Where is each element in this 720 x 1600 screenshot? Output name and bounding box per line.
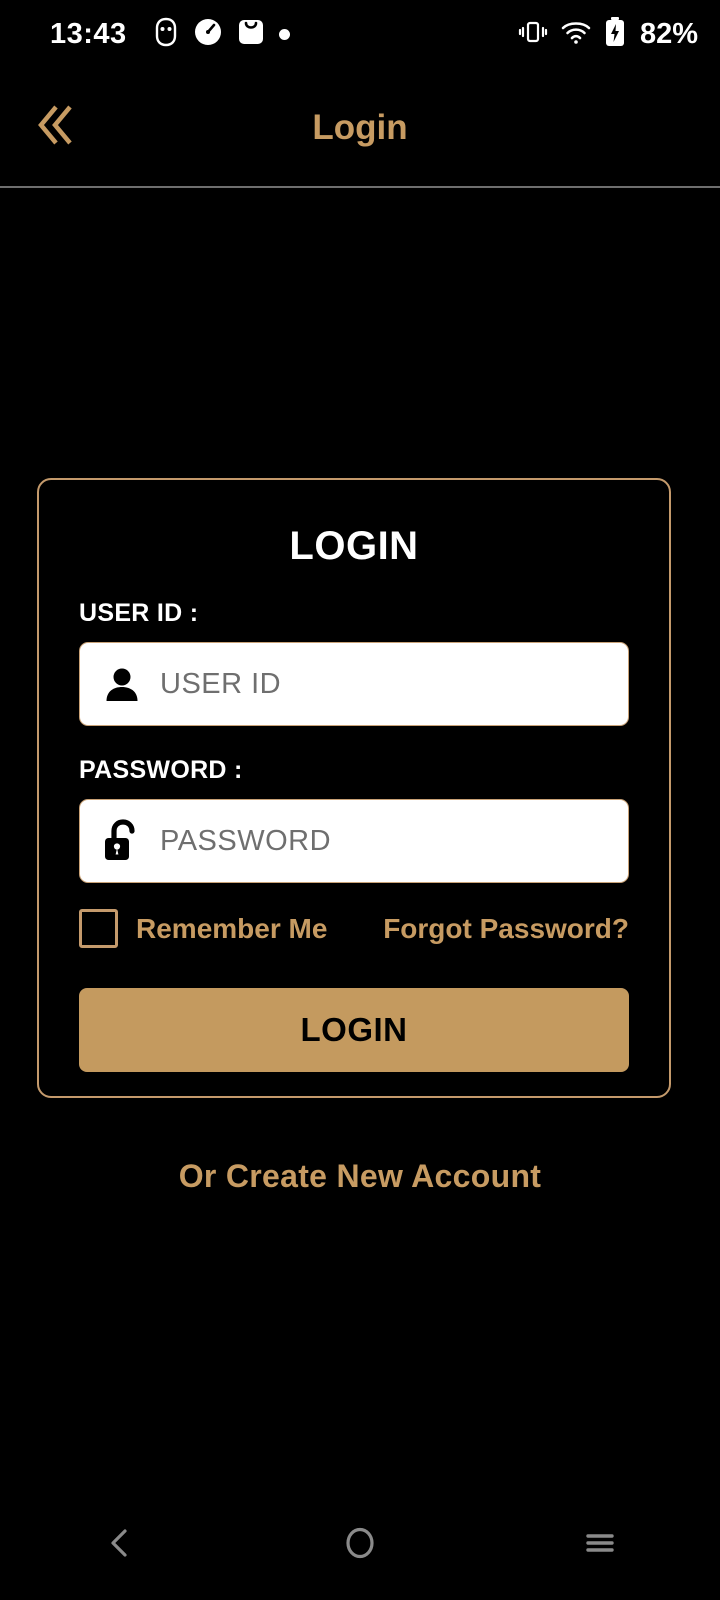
hamburger-recents-icon: [580, 1523, 620, 1568]
page-title: Login: [312, 107, 408, 147]
shopping-bag-icon: [237, 17, 265, 52]
login-card-title: LOGIN: [289, 524, 419, 568]
back-button[interactable]: [26, 96, 90, 160]
login-options-row: Remember Me Forgot Password?: [79, 909, 629, 948]
chevron-left-icon: [100, 1523, 140, 1568]
user-id-placeholder: USER ID: [160, 667, 282, 700]
system-navigation-bar: [0, 1490, 720, 1600]
wifi-icon: [560, 18, 592, 51]
header-divider: [0, 186, 720, 188]
status-bar-notification-icons: [153, 17, 290, 52]
battery-percent-label: 82%: [639, 17, 698, 50]
password-label: PASSWORD :: [79, 756, 243, 784]
login-card: LOGIN USER ID : USER ID PASSWORD : PASSW…: [37, 478, 671, 1098]
user-id-input[interactable]: USER ID: [79, 642, 629, 726]
app-notification-icon: [153, 17, 179, 52]
remember-me-label: Remember Me: [136, 912, 328, 944]
vibrate-icon: [518, 17, 548, 52]
person-icon: [102, 664, 142, 704]
nav-home-button[interactable]: [300, 1500, 420, 1590]
unlock-padlock-icon: [102, 819, 142, 863]
status-bar-system-icons: 82%: [518, 16, 698, 53]
login-submit-button[interactable]: LOGIN: [79, 988, 629, 1072]
nav-back-button[interactable]: [60, 1500, 180, 1590]
circle-home-icon: [340, 1523, 380, 1568]
password-input[interactable]: PASSWORD: [79, 799, 629, 883]
user-id-label: USER ID :: [79, 599, 199, 627]
remember-me-control[interactable]: Remember Me: [79, 909, 327, 948]
status-bar: 13:43 82%: [0, 0, 720, 68]
password-placeholder: PASSWORD: [160, 824, 332, 857]
nav-recents-button[interactable]: [540, 1500, 660, 1590]
remember-me-checkbox[interactable]: [79, 909, 118, 948]
speedometer-icon: [193, 17, 223, 52]
login-screen: 13:43 82% Login LOGIN USER ID: USER ID …: [0, 0, 720, 1600]
create-account-link[interactable]: Or Create New Account: [0, 1158, 720, 1195]
forgot-password-link[interactable]: Forgot Password?: [383, 913, 629, 945]
status-bar-time: 13:43: [50, 17, 127, 50]
dot-indicator-icon: [278, 28, 290, 40]
app-header: Login: [0, 68, 720, 187]
battery-charging-icon: [604, 16, 626, 53]
double-chevron-left-icon: [30, 97, 86, 158]
